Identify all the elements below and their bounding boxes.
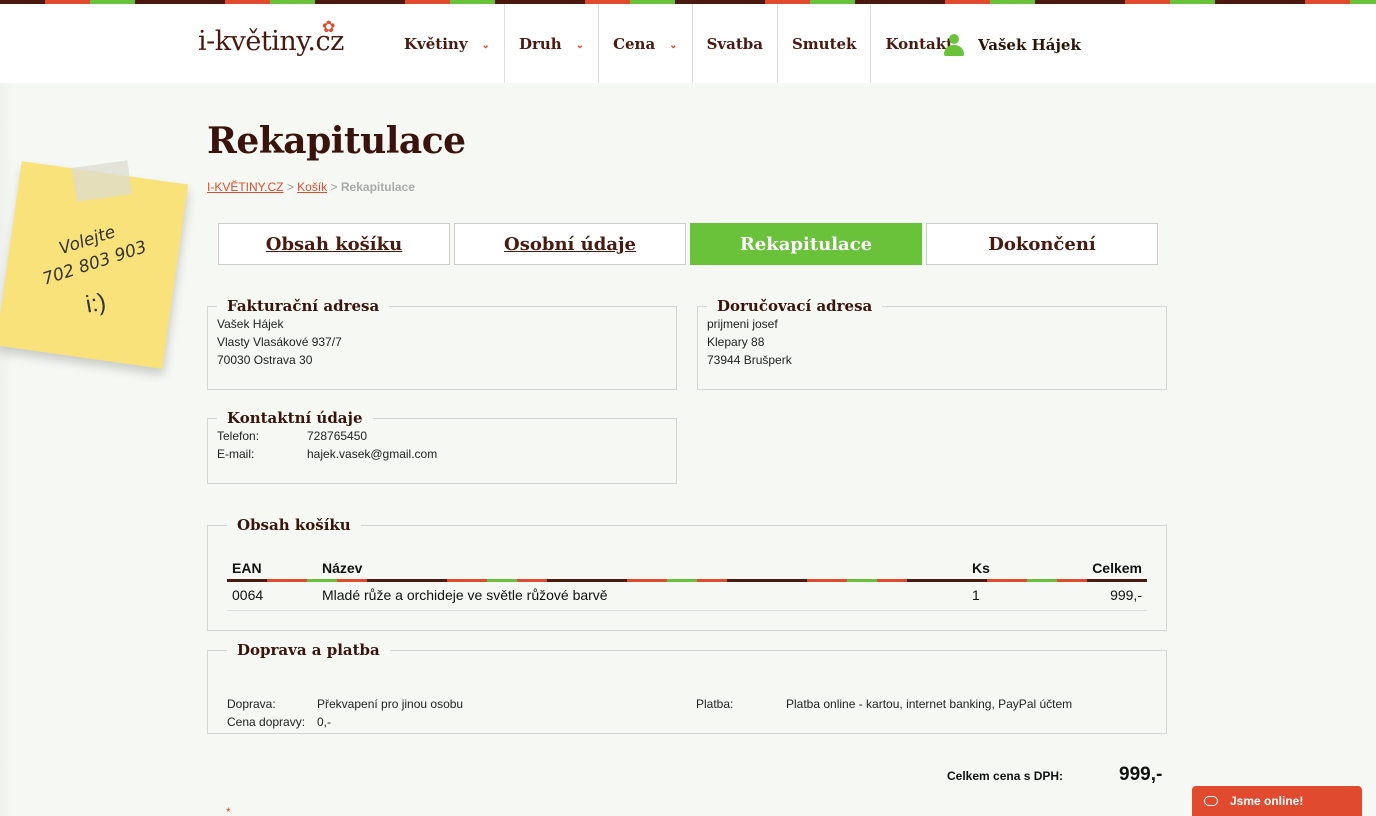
contact-info-legend: Kontaktní údaje — [227, 409, 363, 427]
table-row: 0064 Mladé růže a orchideje ve světle rů… — [227, 580, 1147, 611]
breadcrumb-separator: > — [286, 180, 294, 194]
shipping-payment-box: Doprava a platba Doprava: Překvapení pro… — [207, 641, 1167, 734]
shipping-payment-legend: Doprava a platba — [237, 641, 380, 659]
contact-info-box: Kontaktní údaje Telefon: 728765450 E-mai… — [207, 409, 677, 484]
billing-address-box: Fakturační adresa Vašek Hájek Vlasty Vla… — [207, 297, 677, 390]
transport-row: Doprava: Překvapení pro jinou osobu — [227, 695, 687, 713]
delivery-address-box: Doručovací adresa prijmeni josef Klepary… — [697, 297, 1167, 390]
user-name: Vašek Hájek — [978, 36, 1081, 54]
step-personal-info[interactable]: Osobní údaje — [454, 223, 686, 265]
delivery-line: Klepary 88 — [707, 335, 765, 349]
breadcrumb-separator: > — [330, 180, 338, 194]
payment-value: Platba online - kartou, internet banking… — [786, 697, 1073, 711]
transport-label: Doprava: — [227, 697, 276, 711]
billing-line: 70030 Ostrava 30 — [217, 353, 313, 367]
step-cart-contents[interactable]: Obsah košíku — [218, 223, 450, 265]
shipping-price-value: 0,- — [317, 715, 332, 729]
delivery-line: 73944 Brušperk — [707, 353, 792, 367]
main-nav: Květiny ⌄ Druh ⌄ Cena ⌄ Svatba Smutek Ko… — [390, 4, 967, 83]
chevron-down-icon: ⌄ — [481, 40, 490, 51]
step-summary: Rekapitulace — [690, 223, 922, 265]
step-label: Rekapitulace — [739, 233, 873, 255]
contact-info-lines: Telefon: 728765450 E-mail: hajek.vasek@g… — [208, 427, 676, 463]
user-icon — [944, 34, 964, 56]
site-header: i-květiny.cz ✿ Květiny ⌄ Druh ⌄ Cena ⌄ S… — [0, 4, 1376, 83]
nav-item-cena[interactable]: Cena ⌄ — [599, 4, 693, 83]
nav-item-smutek[interactable]: Smutek — [778, 4, 872, 83]
col-total: Celkem — [1092, 559, 1142, 576]
total-value: 999,- — [1119, 764, 1163, 785]
phone-row: Telefon: 728765450 — [217, 427, 676, 445]
breadcrumb-cart-link[interactable]: Košík — [297, 180, 327, 194]
step-label: Osobní údaje — [504, 233, 636, 255]
chat-bubble-icon — [1204, 796, 1218, 806]
delivery-line: prijmeni josef — [707, 317, 778, 331]
billing-line: Vašek Hájek — [217, 317, 284, 331]
cart-table: EAN Název Ks Celkem 0064 Mladé růže a or… — [227, 555, 1147, 611]
billing-address-lines: Vašek Hájek Vlasty Vlasákové 937/7 70030… — [208, 315, 676, 369]
nav-item-svatba[interactable]: Svatba — [693, 4, 778, 83]
flower-icon: ✿ — [322, 17, 335, 36]
transport-value: Překvapení pro jinou osobu — [317, 697, 464, 711]
nav-label: Cena — [613, 34, 656, 53]
nav-label: Květiny — [404, 34, 468, 53]
user-account[interactable]: Vašek Hájek — [944, 34, 1081, 56]
payment-label: Platba: — [696, 697, 734, 711]
billing-line: Vlasty Vlasákové 937/7 — [217, 335, 342, 349]
step-completion: Dokončení — [926, 223, 1158, 265]
email-row: E-mail: hajek.vasek@gmail.com — [217, 445, 676, 463]
nav-label: Svatba — [706, 34, 763, 53]
checkout-steps: Obsah košíku Osobní údaje Rekapitulace D… — [218, 223, 1158, 265]
shipping-price-label: Cena dopravy: — [227, 715, 306, 729]
cell-name: Mladé růže a orchideje ve světle růžové … — [317, 580, 967, 611]
live-chat-button[interactable]: Jsme online! — [1192, 786, 1362, 816]
nav-label: Kontakt — [885, 34, 954, 53]
chevron-down-icon: ⌄ — [669, 40, 678, 51]
col-name: Název — [322, 559, 363, 576]
shipping-price-row: Cena dopravy: 0,- — [227, 713, 687, 731]
phone-value: 728765450 — [307, 429, 368, 443]
email-label: E-mail: — [217, 447, 255, 461]
payment-details: Platba: Platba online - kartou, internet… — [696, 695, 1156, 713]
cell-qty: 1 — [967, 580, 1057, 611]
step-label: Obsah košíku — [265, 233, 403, 255]
delivery-address-lines: prijmeni josef Klepary 88 73944 Brušperk — [698, 315, 1166, 369]
cart-table-header: EAN Název Ks Celkem — [227, 555, 1147, 580]
site-logo[interactable]: i-květiny.cz ✿ — [198, 19, 344, 58]
cell-ean: 0064 — [227, 580, 317, 611]
breadcrumb: I-KVĚTINY.CZ > Košík > Rekapitulace — [207, 180, 415, 194]
page-title: Rekapitulace — [207, 120, 466, 162]
nav-item-druh[interactable]: Druh ⌄ — [505, 4, 600, 83]
chat-label: Jsme online! — [1230, 794, 1304, 808]
breadcrumb-home-link[interactable]: I-KVĚTINY.CZ — [207, 180, 283, 194]
col-ean: EAN — [232, 559, 262, 576]
order-total: Celkem cena s DPH: 999,- — [947, 764, 1162, 786]
billing-address-legend: Fakturační adresa — [227, 297, 380, 315]
page-edge-shadow — [0, 83, 14, 816]
cell-total: 999,- — [1057, 580, 1147, 611]
email-value: hajek.vasek@gmail.com — [307, 447, 438, 461]
total-label: Celkem cena s DPH: — [947, 769, 1064, 783]
breadcrumb-current: Rekapitulace — [340, 180, 415, 194]
table-header-stripe — [227, 579, 1147, 582]
nav-label: Druh — [518, 34, 562, 53]
nav-item-kvetiny[interactable]: Květiny ⌄ — [390, 4, 505, 83]
col-qty: Ks — [972, 559, 990, 576]
payment-row: Platba: Platba online - kartou, internet… — [696, 695, 1156, 713]
cart-contents-legend: Obsah košíku — [237, 516, 351, 534]
shipping-details: Doprava: Překvapení pro jinou osobu Cena… — [227, 695, 687, 731]
phone-label: Telefon: — [217, 429, 260, 443]
nav-label: Smutek — [791, 34, 857, 53]
required-asterisk: * — [226, 805, 231, 816]
chevron-down-icon: ⌄ — [575, 40, 585, 51]
step-label: Dokončení — [988, 233, 1096, 255]
delivery-address-legend: Doručovací adresa — [717, 297, 873, 315]
